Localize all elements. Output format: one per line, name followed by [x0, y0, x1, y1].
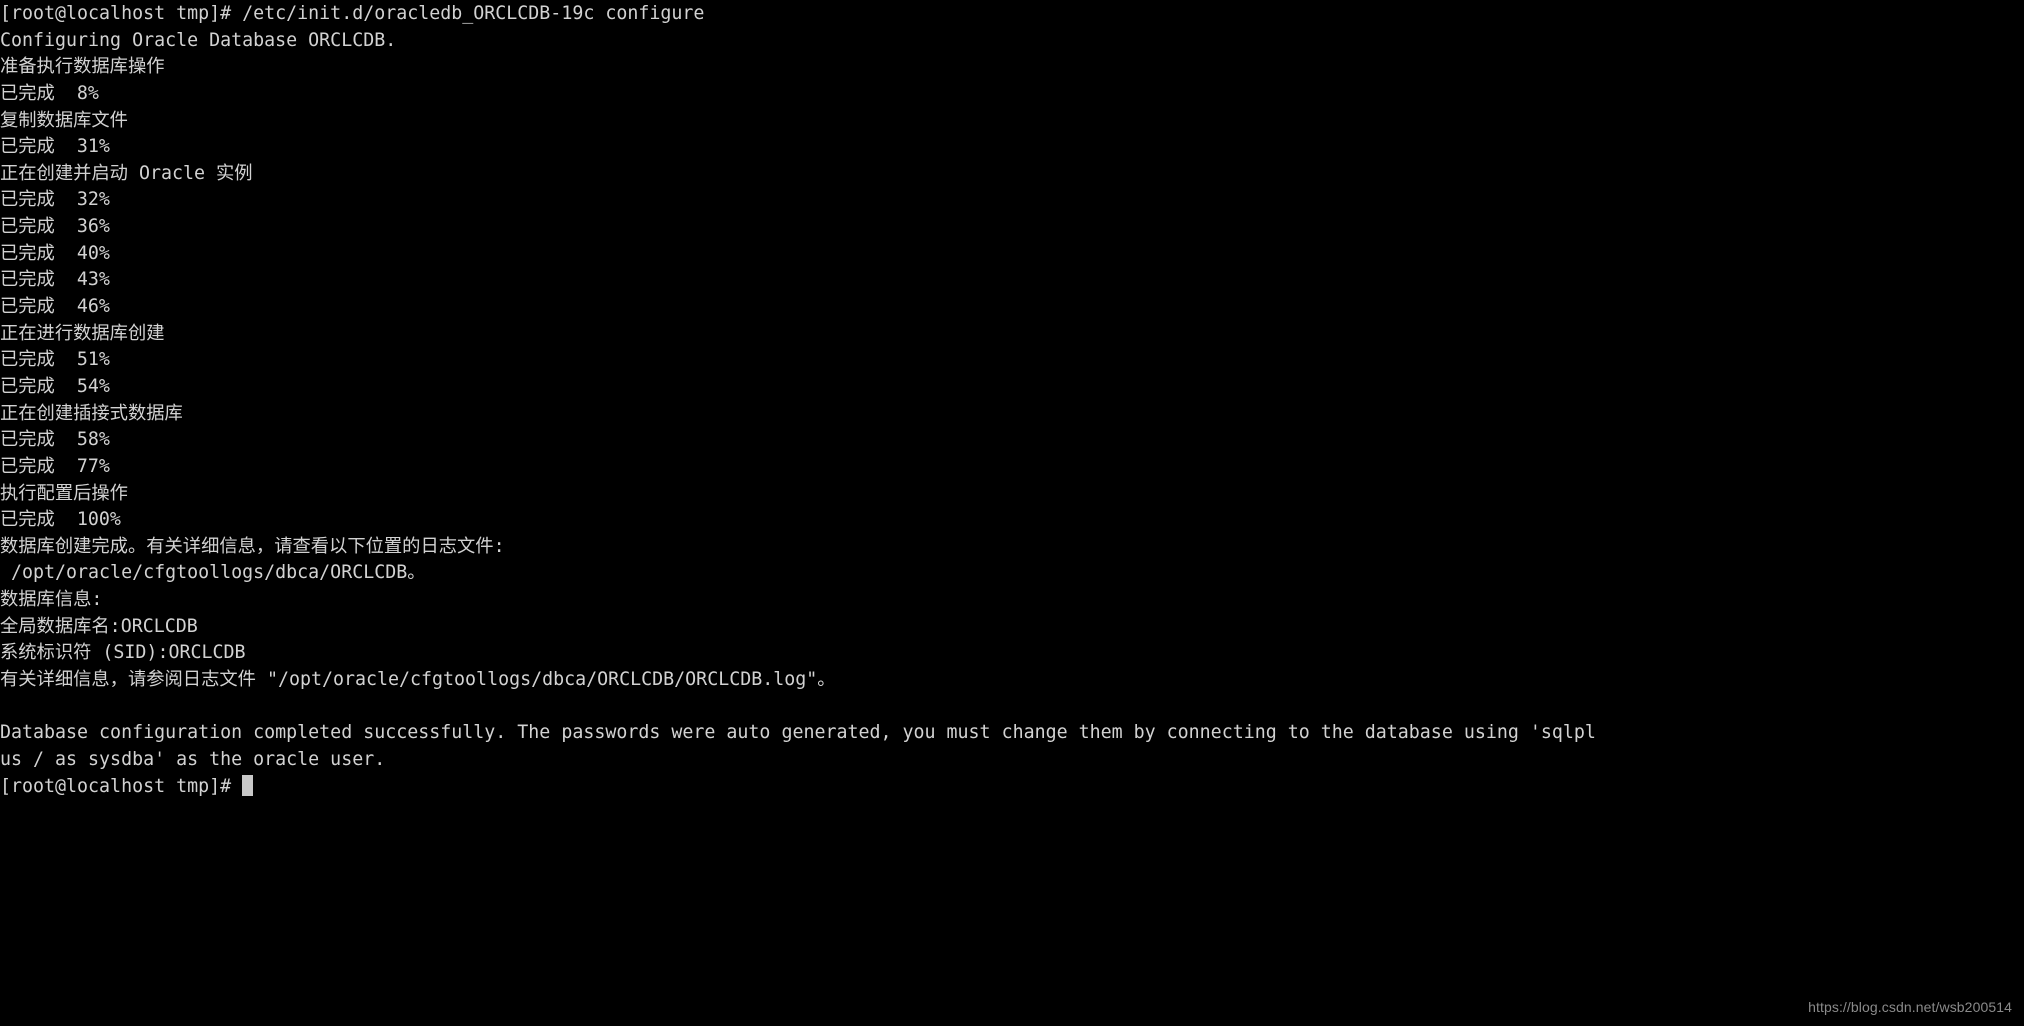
terminal-line: 数据库信息:	[0, 589, 103, 611]
terminal-line: 已完成 77%	[0, 455, 110, 477]
terminal-line: 已完成 100%	[0, 509, 121, 531]
terminal-line: 正在进行数据库创建	[0, 322, 165, 344]
terminal-line: 已完成 43%	[0, 269, 110, 291]
terminal-line: 已完成 32%	[0, 189, 110, 211]
terminal-line: Configuring Oracle Database ORCLCDB.	[0, 29, 397, 51]
terminal-line: 已完成 40%	[0, 242, 110, 264]
terminal-window[interactable]: [root@localhost tmp]# /etc/init.d/oracle…	[0, 0, 2024, 1026]
terminal-line: 已完成 36%	[0, 216, 110, 238]
watermark-text: https://blog.csdn.net/wsb200514	[1808, 999, 2012, 1016]
terminal-line: 已完成 51%	[0, 349, 110, 371]
terminal-line: 全局数据库名:ORCLCDB	[0, 615, 198, 637]
terminal-line: /opt/oracle/cfgtoollogs/dbca/ORCLCDB。	[0, 562, 426, 584]
terminal-line: 已完成 46%	[0, 296, 110, 318]
terminal-prompt-line[interactable]: [root@localhost tmp]#	[0, 774, 2024, 801]
terminal-output: [root@localhost tmp]# /etc/init.d/oracle…	[0, 1, 2024, 800]
terminal-line: [root@localhost tmp]# /etc/init.d/oracle…	[0, 3, 705, 24]
terminal-line: 已完成 54%	[0, 375, 110, 397]
terminal-line: 正在创建插接式数据库	[0, 402, 183, 424]
terminal-line: 正在创建并启动 Oracle 实例	[0, 162, 253, 184]
terminal-line: 复制数据库文件	[0, 109, 128, 131]
terminal-line: 已完成 8%	[0, 82, 99, 104]
terminal-line: 已完成 31%	[0, 136, 110, 158]
terminal-line: 已完成 58%	[0, 429, 110, 451]
terminal-line: 准备执行数据库操作	[0, 56, 165, 78]
terminal-line: 执行配置后操作	[0, 482, 128, 504]
shell-prompt: [root@localhost tmp]#	[0, 775, 232, 797]
terminal-line: us / as sysdba' as the oracle user.	[0, 748, 386, 770]
terminal-line: 数据库创建完成。有关详细信息，请查看以下位置的日志文件:	[0, 535, 505, 557]
terminal-line: Database configuration completed success…	[0, 722, 1596, 744]
terminal-line: 有关详细信息，请参阅日志文件 "/opt/oracle/cfgtoollogs/…	[0, 669, 836, 691]
text-cursor	[242, 774, 254, 796]
terminal-line: 系统标识符 (SID):ORCLCDB	[0, 642, 246, 664]
